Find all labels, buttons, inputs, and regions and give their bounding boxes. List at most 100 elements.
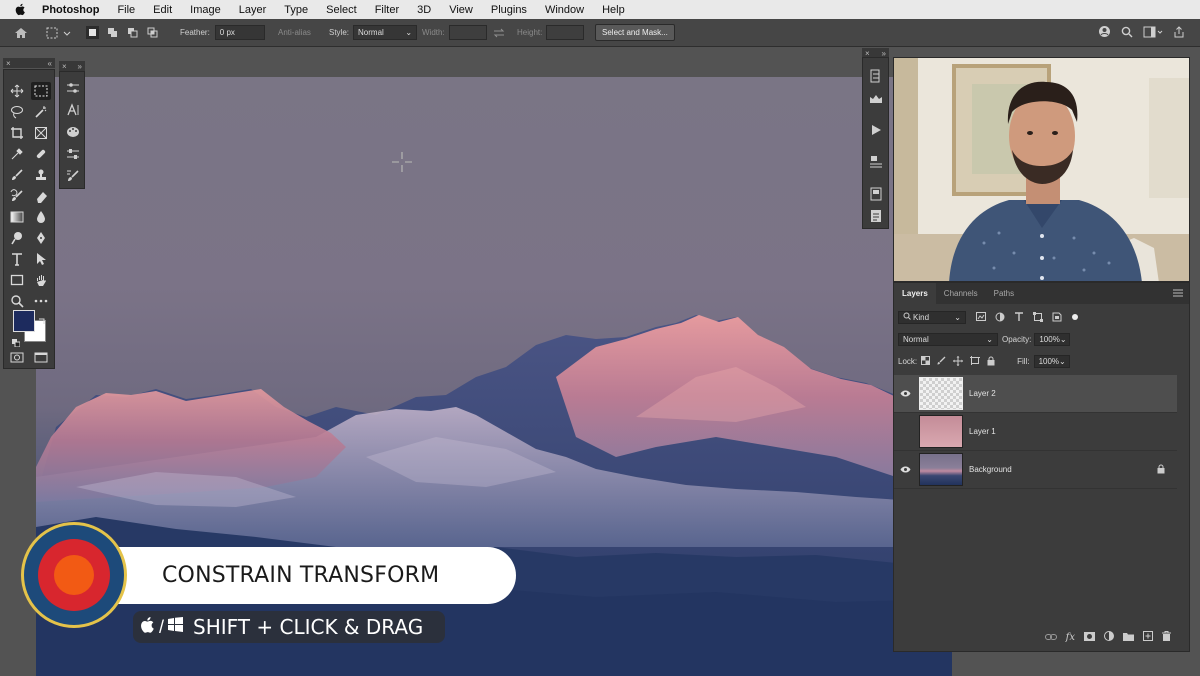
adjustment-layer-icon[interactable] [1104, 631, 1114, 643]
expand-icon[interactable]: » [78, 62, 82, 71]
adjustments-icon[interactable] [64, 80, 82, 96]
fill-input[interactable]: 100% ⌄ [1033, 355, 1070, 368]
close-icon[interactable]: × [6, 59, 11, 68]
menu-select[interactable]: Select [326, 4, 357, 16]
healing-brush-tool-icon[interactable] [31, 145, 51, 163]
eyedropper-tool-icon[interactable] [7, 145, 27, 163]
tab-layers[interactable]: Layers [894, 283, 936, 304]
lock-pixels-icon[interactable] [937, 356, 946, 367]
brush-tool-icon[interactable] [7, 166, 27, 184]
visibility-eye-icon[interactable] [894, 390, 916, 397]
lock-all-icon[interactable] [987, 356, 995, 368]
menu-type[interactable]: Type [284, 4, 308, 16]
marquee-tool-icon[interactable] [31, 82, 51, 100]
intersect-selection-icon[interactable] [146, 26, 159, 39]
quick-mask-icon[interactable] [7, 348, 27, 366]
shape-filter-icon[interactable] [1033, 311, 1043, 324]
hand-tool-icon[interactable] [31, 271, 51, 289]
home-icon[interactable] [14, 19, 28, 46]
more-tools-icon[interactable] [31, 292, 51, 310]
tab-paths[interactable]: Paths [986, 283, 1022, 304]
menu-plugins[interactable]: Plugins [491, 4, 527, 16]
add-mask-icon[interactable] [1084, 631, 1095, 643]
new-selection-icon[interactable] [86, 26, 99, 39]
layer-row-background[interactable]: Background [894, 451, 1177, 489]
panel-menu-icon[interactable] [1173, 289, 1183, 299]
height-input[interactable] [546, 25, 585, 40]
trash-icon[interactable] [1162, 631, 1171, 643]
frame-tool-icon[interactable] [31, 124, 51, 142]
pixel-filter-icon[interactable] [976, 312, 986, 323]
menu-view[interactable]: View [449, 4, 473, 16]
feather-input[interactable]: 0 px [214, 25, 265, 40]
add-selection-icon[interactable] [106, 26, 119, 39]
layer-row-layer-1[interactable]: Layer 1 [894, 413, 1177, 451]
blend-mode-select[interactable]: Normal ⌄ [898, 333, 998, 346]
blur-tool-icon[interactable] [31, 208, 51, 226]
menu-app-name[interactable]: Photoshop [42, 4, 99, 16]
filter-toggle-icon[interactable] [1071, 313, 1079, 323]
zoom-tool-icon[interactable] [7, 292, 27, 310]
magic-wand-tool-icon[interactable] [31, 103, 51, 121]
search-icon[interactable] [1121, 26, 1133, 40]
character-icon[interactable] [64, 102, 82, 118]
layer-row-layer-2[interactable]: Layer 2 [894, 375, 1177, 413]
share-export-icon[interactable] [1173, 25, 1185, 40]
swap-colors-icon[interactable] [38, 311, 46, 329]
filter-kind-select[interactable]: Kind ⌄ [898, 311, 966, 324]
menu-3d[interactable]: 3D [417, 4, 431, 16]
swatches-palette-icon[interactable] [64, 124, 82, 140]
eraser-tool-icon[interactable] [31, 187, 51, 205]
foreground-color-swatch[interactable] [13, 310, 35, 332]
menu-filter[interactable]: Filter [375, 4, 399, 16]
actions-play-icon[interactable] [867, 122, 885, 138]
share-icon[interactable] [1098, 25, 1111, 40]
menu-edit[interactable]: Edit [153, 4, 172, 16]
rectangle-tool-icon[interactable] [7, 271, 27, 289]
collapse-icon[interactable]: « [48, 59, 52, 68]
type-tool-icon[interactable] [7, 250, 27, 268]
notes-icon[interactable] [867, 208, 885, 224]
path-selection-tool-icon[interactable] [31, 250, 51, 268]
workspace-icon[interactable] [1143, 26, 1163, 40]
clone-stamp-tool-icon[interactable] [31, 166, 51, 184]
link-layers-icon[interactable] [1044, 633, 1057, 642]
group-folder-icon[interactable] [1123, 632, 1134, 643]
lock-artboard-icon[interactable] [970, 356, 981, 367]
lock-transparency-icon[interactable] [921, 356, 931, 367]
crop-tool-icon[interactable] [7, 124, 27, 142]
opacity-input[interactable]: 100% ⌄ [1034, 333, 1071, 346]
menu-layer[interactable]: Layer [239, 4, 267, 16]
menu-help[interactable]: Help [602, 4, 625, 16]
dodge-tool-icon[interactable] [7, 229, 27, 247]
subtract-selection-icon[interactable] [126, 26, 139, 39]
brush-settings-icon[interactable] [64, 168, 82, 184]
learn-icon[interactable] [867, 91, 885, 107]
lasso-tool-icon[interactable] [7, 103, 27, 121]
history-icon[interactable] [867, 68, 885, 84]
visibility-eye-icon[interactable] [894, 466, 916, 473]
style-select[interactable]: Normal ⌄ [353, 25, 418, 40]
menu-window[interactable]: Window [545, 4, 584, 16]
menu-file[interactable]: File [117, 4, 135, 16]
gradient-tool-icon[interactable] [7, 208, 27, 226]
tab-channels[interactable]: Channels [936, 283, 986, 304]
marquee-preset-icon[interactable] [46, 19, 72, 46]
libraries-icon[interactable] [867, 186, 885, 202]
lock-position-icon[interactable] [953, 355, 964, 368]
menu-image[interactable]: Image [190, 4, 221, 16]
smart-object-filter-icon[interactable] [1052, 312, 1062, 324]
apple-icon[interactable] [14, 3, 30, 16]
comments-icon[interactable] [867, 154, 885, 170]
anti-alias-checkbox[interactable]: Anti-alias [278, 19, 311, 46]
width-input[interactable] [448, 25, 487, 40]
select-and-mask-button[interactable]: Select and Mask... [595, 24, 675, 41]
pen-tool-icon[interactable] [31, 229, 51, 247]
new-layer-icon[interactable] [1143, 631, 1153, 643]
move-tool-icon[interactable] [7, 82, 27, 100]
type-filter-icon[interactable] [1014, 311, 1024, 324]
fx-icon[interactable]: fx [1066, 632, 1075, 643]
adjustment-filter-icon[interactable] [995, 312, 1005, 324]
paragraph-icon[interactable] [64, 146, 82, 162]
close-icon[interactable]: × [62, 62, 67, 71]
